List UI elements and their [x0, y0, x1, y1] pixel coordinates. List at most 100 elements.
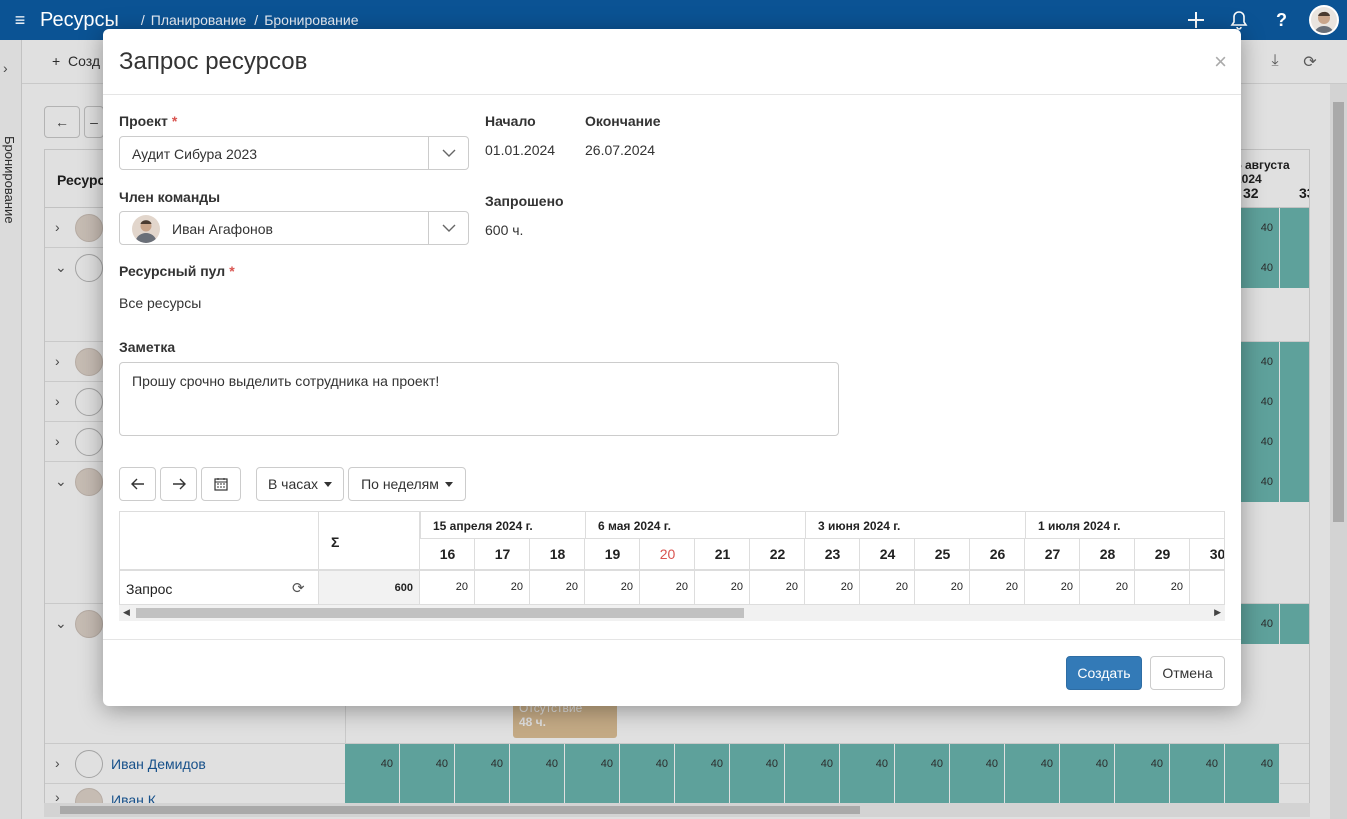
pool-label: Ресурсный пул * — [119, 263, 235, 279]
breadcrumb-booking[interactable]: Бронирование — [264, 12, 358, 28]
week-number: 27 — [1044, 546, 1061, 562]
week-number: 22 — [769, 546, 786, 562]
period-dropdown[interactable]: По неделям — [348, 467, 466, 501]
week-number: 18 — [549, 546, 566, 562]
request-cell[interactable]: 20 — [896, 581, 908, 593]
dialog-title: Запрос ресурсов — [119, 48, 308, 75]
week-column: 20 20 — [640, 539, 695, 604]
week-column: 23 20 — [805, 539, 860, 604]
request-cell[interactable]: 20 — [1171, 581, 1183, 593]
refresh-icon[interactable]: ⟳ — [292, 579, 305, 597]
calendar-icon — [214, 478, 228, 491]
month-label: 15 апреля 2024 г. — [420, 512, 585, 539]
breadcrumb-planning[interactable]: Планирование — [151, 12, 247, 28]
week-column: 24 20 — [860, 539, 915, 604]
start-label: Начало — [485, 113, 536, 129]
request-grid: Σ 600 15 апреля 2024 г. 6 мая 2024 г. 3 … — [119, 511, 1225, 605]
request-row-label: Запрос — [126, 581, 173, 597]
week-number: 25 — [934, 546, 951, 562]
week-number: 19 — [604, 546, 621, 562]
scroll-right-icon[interactable]: ▶ — [1214, 607, 1221, 618]
create-button[interactable]: Создать — [1066, 656, 1142, 690]
week-column: 28 20 — [1080, 539, 1135, 604]
app-title[interactable]: Ресурсы — [40, 9, 119, 32]
week-number: 24 — [879, 546, 896, 562]
total-cell: 600 — [319, 571, 419, 604]
scrollbar-thumb[interactable] — [136, 608, 744, 618]
week-column: 30 — [1190, 539, 1225, 604]
month-label: 1 июля 2024 г. — [1025, 512, 1224, 539]
week-columns: 16 20 17 20 18 20 19 20 20 20 21 20 22 20 23 20 24 20 25 20… — [420, 539, 1225, 604]
request-cell[interactable]: 20 — [1061, 581, 1073, 593]
chevron-down-icon[interactable] — [428, 212, 468, 244]
total-value: 600 — [394, 582, 413, 594]
week-number: 17 — [494, 546, 511, 562]
scroll-left-icon[interactable]: ◀ — [123, 607, 130, 618]
request-cell[interactable]: 20 — [841, 581, 853, 593]
week-column: 26 20 — [970, 539, 1025, 604]
period-dropdown-label: По неделям — [361, 476, 439, 492]
breadcrumb-separator: / — [140, 12, 145, 28]
week-column: 25 20 — [915, 539, 970, 604]
week-number: 23 — [824, 546, 841, 562]
week-column: 21 20 — [695, 539, 750, 604]
divider — [103, 639, 1241, 640]
member-select-value: Иван Агафонов — [172, 221, 273, 237]
units-dropdown-label: В часах — [267, 476, 319, 492]
week-number: 16 — [439, 546, 456, 562]
requested-label: Запрошено — [485, 193, 564, 209]
pool-value[interactable]: Все ресурсы — [119, 295, 201, 311]
requested-value: 600 ч. — [485, 222, 524, 238]
close-icon[interactable]: × — [1214, 49, 1227, 75]
month-label: 6 мая 2024 г. — [585, 512, 805, 539]
end-value: 26.07.2024 — [585, 142, 656, 158]
units-dropdown[interactable]: В часах — [256, 467, 344, 501]
request-cell[interactable]: 20 — [951, 581, 963, 593]
breadcrumb-separator: / — [254, 12, 259, 28]
note-textarea[interactable]: Прошу срочно выделить сотрудника на прое… — [119, 362, 839, 436]
week-number: 29 — [1154, 546, 1171, 562]
request-cell[interactable]: 20 — [566, 581, 578, 593]
week-column: 19 20 — [585, 539, 640, 604]
caret-down-icon — [444, 481, 453, 487]
next-period-button[interactable] — [160, 467, 197, 501]
chevron-down-icon[interactable] — [428, 137, 468, 169]
note-label: Заметка — [119, 339, 176, 355]
request-cell[interactable]: 20 — [786, 581, 798, 593]
header-divider — [120, 569, 1224, 571]
month-label: 3 июня 2024 г. — [805, 512, 1025, 539]
week-column: 27 20 — [1025, 539, 1080, 604]
cancel-button[interactable]: Отмена — [1150, 656, 1225, 690]
required-marker: * — [229, 263, 235, 279]
end-label: Окончание — [585, 113, 661, 129]
week-column: 17 20 — [475, 539, 530, 604]
week-column: 18 20 — [530, 539, 585, 604]
grid-horizontal-scrollbar[interactable]: ◀ ▶ — [119, 605, 1225, 621]
prev-period-button[interactable] — [119, 467, 156, 501]
project-select-value: Аудит Сибура 2023 — [132, 146, 258, 162]
start-value: 01.01.2024 — [485, 142, 556, 158]
week-column: 16 20 — [420, 539, 475, 604]
caret-down-icon — [324, 481, 333, 487]
request-cell[interactable]: 20 — [731, 581, 743, 593]
member-label: Член команды — [119, 189, 221, 205]
project-select[interactable]: Аудит Сибура 2023 — [119, 136, 469, 170]
week-number: 30 — [1209, 546, 1225, 562]
user-avatar[interactable] — [1309, 5, 1339, 35]
member-select[interactable]: Иван Агафонов — [119, 211, 469, 245]
week-number: 21 — [714, 546, 731, 562]
required-marker: * — [171, 113, 178, 129]
sigma-header: Σ — [331, 534, 340, 550]
help-icon[interactable]: ? — [1260, 0, 1303, 40]
resource-request-dialog: Запрос ресурсов × Проект * Аудит Сибура 2… — [103, 29, 1241, 706]
request-cell[interactable]: 20 — [456, 581, 468, 593]
request-cell[interactable]: 20 — [676, 581, 688, 593]
week-number: 26 — [989, 546, 1006, 562]
hamburger-menu-icon[interactable]: ≡ — [0, 0, 40, 40]
request-cell[interactable]: 20 — [511, 581, 523, 593]
request-cell[interactable]: 20 — [1006, 581, 1018, 593]
request-cell[interactable]: 20 — [621, 581, 633, 593]
project-label: Проект * — [119, 113, 177, 129]
request-cell[interactable]: 20 — [1116, 581, 1128, 593]
calendar-button[interactable] — [201, 467, 241, 501]
